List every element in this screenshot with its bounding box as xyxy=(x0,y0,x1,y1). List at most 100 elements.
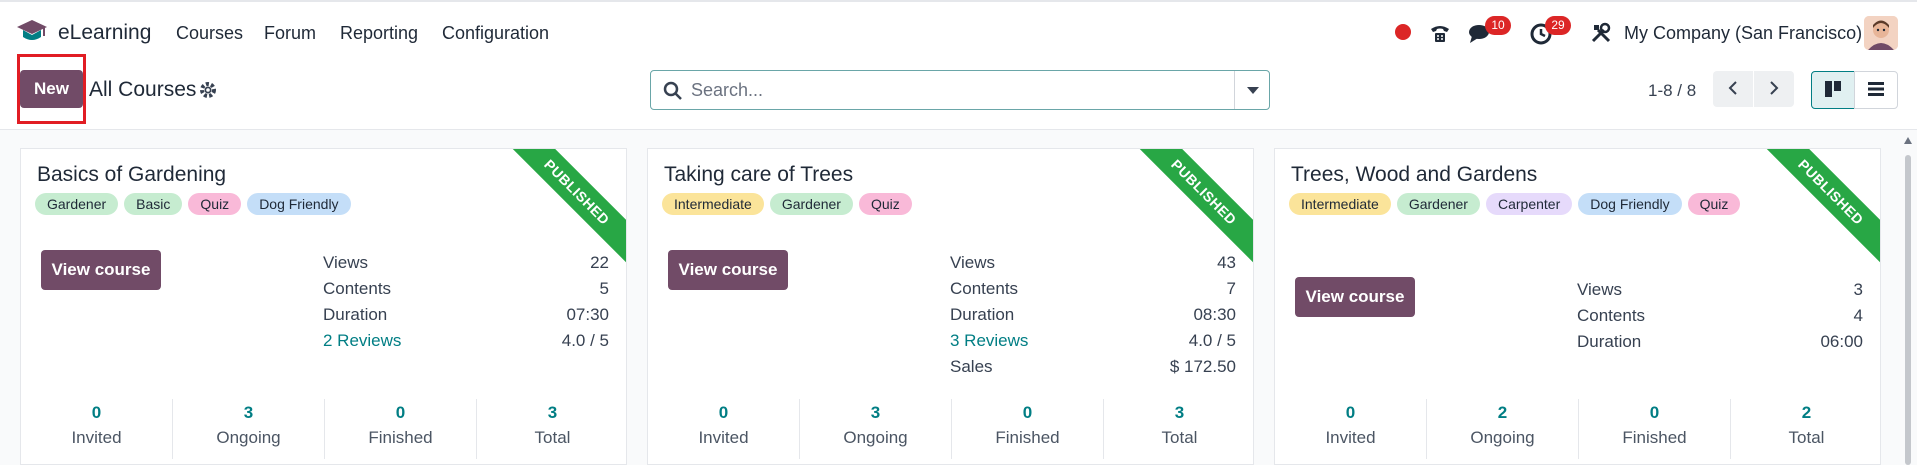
reviews-link[interactable]: 2 Reviews xyxy=(323,328,401,354)
stat-value: 5 xyxy=(599,279,609,298)
list-view-button[interactable] xyxy=(1854,71,1898,109)
page-title: All Courses xyxy=(89,78,197,101)
app-name[interactable]: eLearning xyxy=(58,21,151,45)
stat-label: Contents xyxy=(323,279,392,298)
counter-total[interactable]: 3 Total xyxy=(477,399,626,459)
stat-label: Views xyxy=(950,253,996,272)
reviews-link[interactable]: 3 Reviews xyxy=(950,328,1028,354)
counter-finished[interactable]: 0 Finished xyxy=(1579,399,1731,459)
course-tags: Intermediate Gardener Carpenter Dog Frie… xyxy=(1289,193,1769,215)
search-box xyxy=(650,70,1270,110)
tag: Quiz xyxy=(858,193,912,215)
stat-value: 3 xyxy=(1853,280,1863,299)
stat-label: Contents xyxy=(950,279,1019,298)
menu-courses[interactable]: Courses xyxy=(176,23,243,44)
counter-value: 0 xyxy=(395,403,406,422)
tag: Quiz xyxy=(188,193,242,215)
counter-label: Invited xyxy=(1325,428,1376,447)
counter-label: Finished xyxy=(368,428,433,447)
published-ribbon: PUBLISHED xyxy=(1760,149,1880,263)
list-icon xyxy=(1868,81,1884,96)
menu-forum[interactable]: Forum xyxy=(264,23,316,44)
search-icon xyxy=(663,81,682,100)
pager-next-button[interactable] xyxy=(1754,71,1794,107)
stat-row: 2 Reviews 4.0 / 5 xyxy=(323,328,609,354)
stat-row: Views 43 xyxy=(950,250,1236,276)
attendee-counters: 0 Invited 3 Ongoing 0 Finished 3 Total xyxy=(21,399,626,459)
counter-total[interactable]: 2 Total xyxy=(1731,399,1880,459)
activity-count-badge: 29 xyxy=(1545,16,1571,35)
user-avatar[interactable] xyxy=(1864,16,1898,50)
counter-invited[interactable]: 0 Invited xyxy=(21,399,173,459)
kanban-view-button[interactable] xyxy=(1811,71,1855,109)
menu-reporting[interactable]: Reporting xyxy=(340,23,418,44)
recording-status-icon[interactable] xyxy=(1395,24,1411,40)
stat-value: 22 xyxy=(590,253,609,272)
vertical-scrollbar[interactable] xyxy=(1903,135,1913,465)
counter-ongoing[interactable]: 2 Ongoing xyxy=(1427,399,1579,459)
course-title[interactable]: Taking care of Trees xyxy=(664,163,853,187)
scrollbar-thumb[interactable] xyxy=(1905,155,1911,465)
stat-label: Duration xyxy=(323,305,388,324)
counter-invited[interactable]: 0 Invited xyxy=(648,399,800,459)
tag: Gardener xyxy=(35,193,119,215)
tag: Quiz xyxy=(1687,193,1741,215)
pager-value[interactable]: 1-8 / 8 xyxy=(1648,81,1696,101)
course-card[interactable]: Trees, Wood and Gardens PUBLISHED Interm… xyxy=(1274,148,1881,465)
counter-ongoing[interactable]: 3 Ongoing xyxy=(173,399,325,459)
course-card[interactable]: Basics of Gardening PUBLISHED Gardener B… xyxy=(20,148,627,465)
stat-value: 08:30 xyxy=(1193,305,1236,324)
gear-icon[interactable] xyxy=(199,81,217,99)
counter-total[interactable]: 3 Total xyxy=(1104,399,1253,459)
course-tags: Gardener Basic Quiz Dog Friendly xyxy=(35,193,515,215)
pager-previous-button[interactable] xyxy=(1713,71,1753,107)
menu-configuration[interactable]: Configuration xyxy=(442,23,549,44)
course-title[interactable]: Basics of Gardening xyxy=(37,163,226,187)
counter-label: Total xyxy=(1788,428,1825,447)
course-card[interactable]: Taking care of Trees PUBLISHED Intermedi… xyxy=(647,148,1254,465)
tag: Gardener xyxy=(1396,193,1480,215)
user-avatar-icon xyxy=(1864,16,1898,50)
scroll-up-icon[interactable] xyxy=(1904,137,1912,144)
stat-value: $ 172.50 xyxy=(1169,357,1236,376)
kanban-icon xyxy=(1825,80,1841,97)
new-button[interactable]: New xyxy=(20,70,83,108)
stat-value: 06:00 xyxy=(1820,332,1863,351)
counter-ongoing[interactable]: 3 Ongoing xyxy=(800,399,952,459)
attendee-counters: 0 Invited 2 Ongoing 0 Finished 2 Total xyxy=(1275,399,1880,459)
counter-value: 3 xyxy=(547,403,558,422)
stat-label: Sales xyxy=(950,357,993,376)
phone-icon[interactable] xyxy=(1428,20,1452,46)
company-switcher[interactable]: My Company (San Francisco) xyxy=(1624,23,1862,44)
tag: Dog Friendly xyxy=(247,193,351,215)
tools-icon[interactable] xyxy=(1590,20,1612,46)
counter-value: 0 xyxy=(91,403,102,422)
stat-row: Duration 06:00 xyxy=(1577,329,1863,355)
counter-label: Ongoing xyxy=(216,428,281,447)
chevron-left-icon xyxy=(1728,80,1737,95)
counter-label: Ongoing xyxy=(1470,428,1535,447)
search-options-toggle-icon[interactable] xyxy=(1247,87,1259,94)
counter-finished[interactable]: 0 Finished xyxy=(325,399,477,459)
stat-label: Duration xyxy=(950,305,1015,324)
counter-label: Invited xyxy=(71,428,122,447)
counter-label: Finished xyxy=(1622,428,1687,447)
course-stats: Views 22 Contents 5 Duration 07:30 2 Review… xyxy=(323,250,609,354)
stat-label: Duration xyxy=(1577,332,1642,351)
counter-value: 3 xyxy=(1174,403,1185,422)
tag: Intermediate xyxy=(662,193,764,215)
course-tags: Intermediate Gardener Quiz xyxy=(662,193,1142,215)
counter-finished[interactable]: 0 Finished xyxy=(952,399,1104,459)
counter-label: Finished xyxy=(995,428,1060,447)
search-input[interactable] xyxy=(691,77,1211,103)
counter-label: Invited xyxy=(698,428,749,447)
course-stats: Views 43 Contents 7 Duration 08:30 3 Review… xyxy=(950,250,1236,380)
graduation-cap-icon[interactable] xyxy=(16,18,48,46)
tag: Intermediate xyxy=(1289,193,1391,215)
stat-value: 43 xyxy=(1217,253,1236,272)
counter-invited[interactable]: 0 Invited xyxy=(1275,399,1427,459)
view-course-button[interactable]: View course xyxy=(1295,277,1415,317)
course-title[interactable]: Trees, Wood and Gardens xyxy=(1291,163,1537,187)
view-course-button[interactable]: View course xyxy=(668,250,788,290)
view-course-button[interactable]: View course xyxy=(41,250,161,290)
